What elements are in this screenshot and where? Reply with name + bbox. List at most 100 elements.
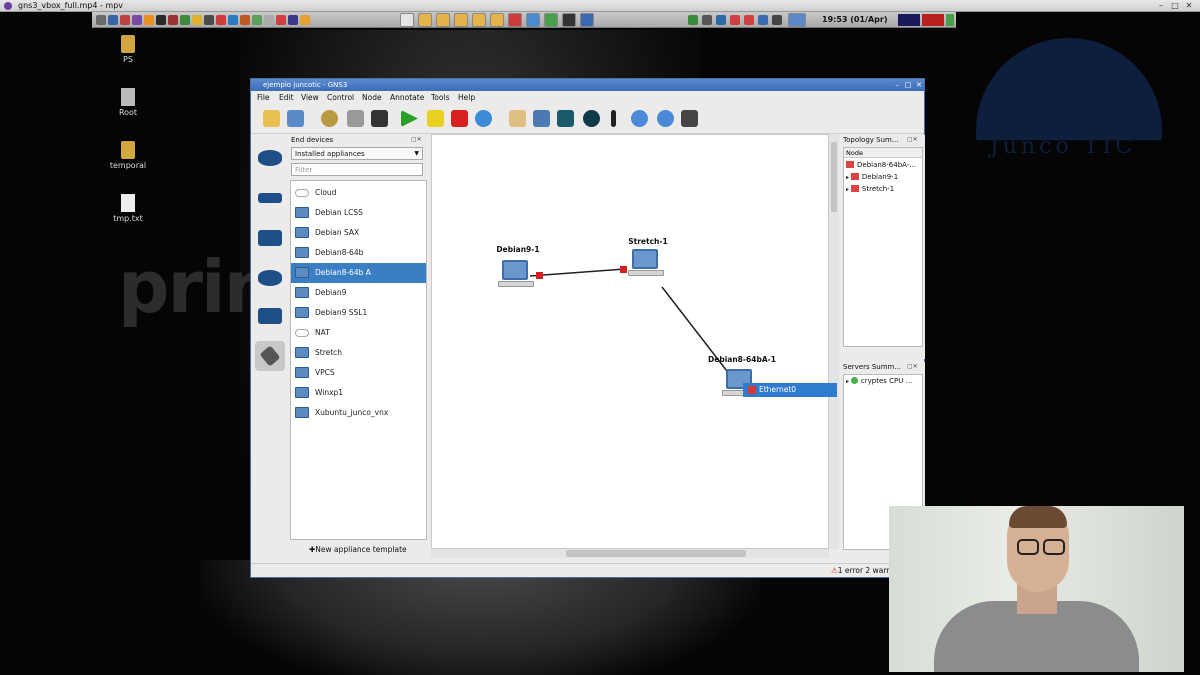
device-list-item[interactable]: Debian9: [291, 283, 426, 303]
volume-icon[interactable]: [772, 15, 782, 25]
server-item[interactable]: ▸ cryptes CPU ...: [846, 377, 912, 385]
filter-input[interactable]: Filter: [291, 163, 423, 176]
topology-item[interactable]: Debian8-64bA-...: [846, 161, 916, 169]
scroll-thumb[interactable]: [566, 550, 746, 557]
menu-view[interactable]: View: [301, 91, 319, 104]
launcher-icon[interactable]: [144, 15, 154, 25]
end-devices-category-button[interactable]: [255, 223, 285, 253]
tray-icon[interactable]: [702, 15, 712, 25]
player-title-bar[interactable]: gns3_vbox_full.mp4 - mpv – □ ✕: [0, 0, 1200, 12]
pause-icon[interactable]: [427, 110, 444, 127]
task-button[interactable]: [418, 13, 432, 27]
task-button[interactable]: [436, 13, 450, 27]
scissors-icon[interactable]: [347, 110, 364, 127]
launcher-icon[interactable]: [264, 15, 274, 25]
device-list-item[interactable]: Winxp1: [291, 383, 426, 403]
maximize-icon[interactable]: □: [1170, 1, 1180, 11]
device-list-item[interactable]: Debian SAX: [291, 223, 426, 243]
image-icon[interactable]: [533, 110, 550, 127]
panel-float-close-icon[interactable]: ▢✕: [907, 136, 923, 144]
launcher-icon[interactable]: [204, 15, 214, 25]
routers-category-button[interactable]: [255, 143, 285, 173]
topology-canvas[interactable]: Debian9-1 Stretch-1 Debian8-64bA-1: [431, 134, 829, 549]
menu-control[interactable]: Control: [327, 91, 354, 104]
launcher-icon[interactable]: [180, 15, 190, 25]
desktop-icon-temporal[interactable]: temporal: [98, 141, 158, 170]
device-list-item[interactable]: Stretch: [291, 343, 426, 363]
task-button[interactable]: [490, 13, 504, 27]
tray-icon[interactable]: [716, 15, 726, 25]
tray-icon[interactable]: [744, 15, 754, 25]
tray-icon[interactable]: [758, 15, 768, 25]
menu-annotate[interactable]: Annotate: [390, 91, 424, 104]
launcher-icon[interactable]: [192, 15, 202, 25]
zoom-in-icon[interactable]: [631, 110, 648, 127]
launcher-icon[interactable]: [300, 15, 310, 25]
task-button[interactable]: [400, 13, 414, 27]
canvas-vertical-scrollbar[interactable]: [829, 134, 839, 549]
desktop-icon-ps[interactable]: PS: [98, 35, 158, 64]
workspace-button[interactable]: [788, 13, 806, 27]
launcher-icon[interactable]: [168, 15, 178, 25]
error-status[interactable]: ⚠1 error 2 warn: [831, 564, 891, 578]
panel-float-close-icon[interactable]: ▢✕: [411, 136, 427, 144]
task-button[interactable]: [580, 13, 594, 27]
tray-icon[interactable]: [730, 15, 740, 25]
canvas-horizontal-scrollbar[interactable]: [431, 549, 829, 558]
screenshot-icon[interactable]: [681, 110, 698, 127]
launcher-icon[interactable]: [240, 15, 250, 25]
launcher-icon[interactable]: [132, 15, 142, 25]
appliance-filter-dropdown[interactable]: Installed appliances ▼: [291, 147, 423, 160]
all-devices-category-button[interactable]: [255, 301, 285, 331]
reload-icon[interactable]: [475, 110, 492, 127]
new-appliance-template-button[interactable]: ✚New appliance template: [309, 545, 407, 554]
maximize-icon[interactable]: □: [904, 81, 912, 89]
scroll-thumb[interactable]: [831, 142, 837, 212]
topology-item[interactable]: ▸ Debian9-1: [846, 173, 898, 181]
launcher-icon[interactable]: [228, 15, 238, 25]
task-button[interactable]: [526, 13, 540, 27]
launcher-icon[interactable]: [252, 15, 262, 25]
menu-edit[interactable]: Edit: [279, 91, 294, 104]
launcher-icon[interactable]: [276, 15, 286, 25]
menu-icon[interactable]: [96, 15, 106, 25]
device-list-item[interactable]: Debian9 SSL1: [291, 303, 426, 323]
link-debian9-stretch[interactable]: [529, 268, 626, 277]
add-link-button[interactable]: [255, 341, 285, 371]
device-list-item[interactable]: Debian8-64b A: [291, 263, 426, 283]
task-button[interactable]: [562, 13, 576, 27]
close-icon[interactable]: ✕: [915, 81, 923, 89]
menu-node[interactable]: Node: [362, 91, 382, 104]
menu-file[interactable]: File: [257, 91, 270, 104]
launcher-icon[interactable]: [216, 15, 226, 25]
rectangle-icon[interactable]: [557, 110, 574, 127]
launcher-icon[interactable]: [108, 15, 118, 25]
start-icon[interactable]: [401, 110, 418, 127]
security-category-button[interactable]: [255, 263, 285, 293]
task-button[interactable]: [508, 13, 522, 27]
port-context-menu-item[interactable]: Ethernet0: [743, 383, 837, 397]
open-folder-icon[interactable]: [263, 110, 280, 127]
task-button[interactable]: [544, 13, 558, 27]
more-icon[interactable]: [611, 110, 616, 127]
desktop-icon-root[interactable]: Root: [98, 88, 158, 117]
menu-help[interactable]: Help: [458, 91, 475, 104]
launcher-icon[interactable]: [120, 15, 130, 25]
topology-item[interactable]: ▸ Stretch-1: [846, 185, 894, 193]
gns3-title-bar[interactable]: ejemplo juncotic - GNS3 – □ ✕: [251, 79, 924, 91]
zoom-out-icon[interactable]: [657, 110, 674, 127]
desktop-icon-tmp[interactable]: tmp.txt: [98, 194, 158, 223]
task-button[interactable]: [472, 13, 486, 27]
switches-category-button[interactable]: [255, 183, 285, 213]
close-icon[interactable]: ✕: [1184, 1, 1194, 11]
menu-tools[interactable]: Tools: [431, 91, 449, 104]
snapshot-clock-icon[interactable]: [321, 110, 338, 127]
launcher-icon[interactable]: [156, 15, 166, 25]
minimize-icon[interactable]: –: [1156, 1, 1166, 11]
device-list-item[interactable]: Debian LCSS: [291, 203, 426, 223]
launcher-icon[interactable]: [288, 15, 298, 25]
tray-icon[interactable]: [688, 15, 698, 25]
device-list-item[interactable]: Xubuntu_junco_vnx: [291, 403, 426, 423]
ellipse-icon[interactable]: [583, 110, 600, 127]
device-list-item[interactable]: Cloud: [291, 183, 426, 203]
